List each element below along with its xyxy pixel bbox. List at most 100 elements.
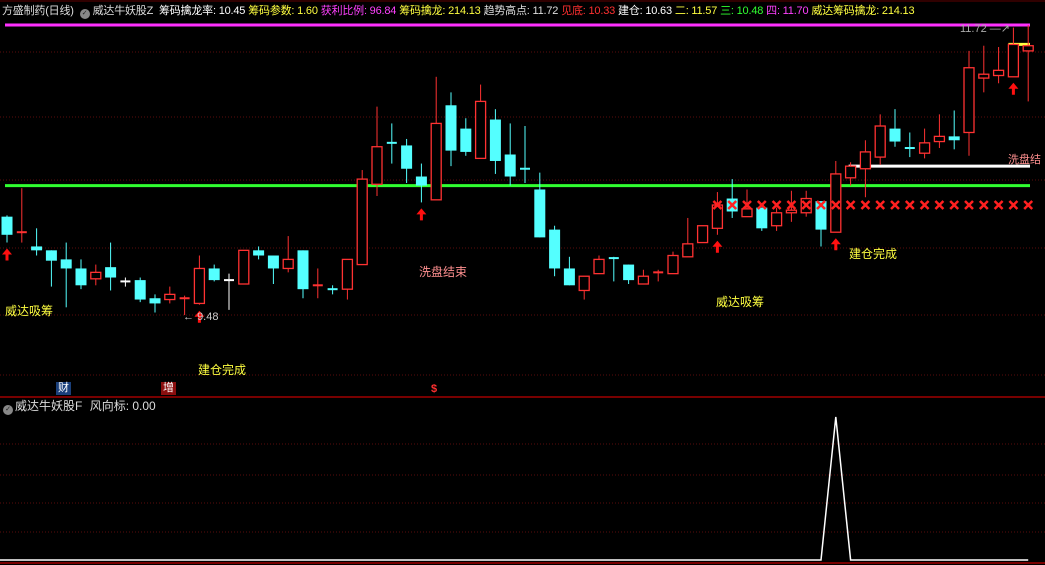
candle-up [918,142,931,154]
candle-up [770,212,783,227]
header-value: 趋势高点: 11.72 [483,5,559,17]
candle-down [134,280,146,300]
sub-indicator-value: 风向标: 0.00 [89,399,156,413]
header-value: 筹码参数: 1.60 [248,5,318,17]
finance-badge[interactable]: 财 [56,382,71,395]
x-marker-icon [949,200,960,210]
x-marker-icon [964,200,974,210]
sub-indicator-settings-icon[interactable]: ✓ [3,405,13,415]
candle-up [933,135,946,143]
candle-down [504,154,516,177]
sub-indicator-name[interactable]: 威达牛妖股F [15,399,82,413]
candle-up [844,165,857,179]
candle-down [297,250,309,290]
sub-indicator-header: ✓ 威达牛妖股F 风向标: 0.00 [3,399,156,415]
candle-up [90,271,102,280]
candle-up [682,243,694,258]
buy-arrow-icon [416,208,427,221]
buy-arrow-icon [2,248,12,261]
candle-up [474,100,487,160]
x-marker-icon [890,200,900,210]
candle-down [208,268,220,281]
candle-down [489,119,501,161]
low-price-marker: ← 9.48 [183,311,219,323]
x-marker-icon [860,200,871,210]
x-marker-icon [904,200,915,210]
candle-down [563,268,575,286]
annotation-wash-end: 洗盘结束 [419,265,468,279]
candle-down [401,145,413,169]
candle-up [356,178,368,266]
indicator-settings-icon[interactable]: ✓ [79,9,90,19]
annotation-build-done: 建仓完成 [198,363,247,377]
header-value: 筹码擒龙: 214.13 [399,5,481,17]
candle-down [267,255,279,269]
candle-up [341,258,354,290]
candle-down [889,128,901,142]
buy-arrow-icon [712,240,723,253]
candle-up [1022,45,1034,52]
buy-arrow-icon [1008,82,1019,95]
candle-up [785,209,798,214]
header-value: 威达筹码擒龙: 214.13 [811,5,915,17]
candle-down [45,250,57,261]
header-value: 三: 10.48 [720,5,764,17]
annotation-accumulate: 威达吸筹 [716,295,765,309]
candle-down [105,267,117,278]
high-price-marker: 11.72 ―↗ [960,23,1010,35]
candle-up [578,275,590,292]
candle-up [164,293,176,301]
header-value: 筹码擒龙率: 10.45 [158,5,246,17]
chart-canvas [0,0,1045,564]
buy-arrow-icon [830,238,841,251]
candle-down [75,268,87,286]
candle-down [549,229,561,269]
x-marker-icon [875,200,886,210]
candle-down [623,264,635,281]
indicator-name[interactable]: 威达牛妖股Z [93,5,154,17]
candle-down [1,216,13,235]
header-value: 四: 11.70 [766,5,809,17]
annotation-accumulate: 威达吸筹 [5,304,54,318]
header-value: 获利比例: 96.84 [320,5,397,17]
candle-down [460,128,472,152]
x-marker-icon [978,200,989,210]
wind-vane-line [0,416,1029,561]
candle-down [31,246,43,251]
candle-down [445,105,457,151]
candle-up [637,275,650,285]
candle-up [238,249,250,285]
candle-up [741,208,753,218]
increase-badge[interactable]: 增 [161,382,176,395]
candle-up [859,151,872,170]
candle-up [874,125,886,158]
candle-down [60,259,72,269]
candle-up [667,254,679,275]
annotation-wash-end: 洗盘结 [1008,154,1041,166]
candle-up [430,122,442,201]
candle-up [978,73,990,79]
candle-up [282,258,294,270]
dollar-badge[interactable]: $ [429,383,439,396]
header-value: 见底: 10.33 [561,5,616,17]
x-marker-icon [993,200,1004,210]
candle-up [593,258,605,275]
candle-down [415,176,427,186]
x-marker-icon [1008,200,1019,210]
candle-up [696,225,709,244]
candle-down [756,207,768,229]
stock-name: 方盛制药(日线) [2,5,74,17]
candle-up [992,69,1005,77]
header-value: 二: 11.57 [674,5,718,17]
candle-down [149,298,161,304]
x-marker-icon [919,200,930,210]
x-marker-icon [1023,200,1034,210]
candle-up [963,67,975,134]
candle-up [371,146,383,185]
x-marker-icon [845,200,856,210]
candle-up [1007,43,1020,78]
annotation-build-done: 建仓完成 [849,247,898,261]
candle-down [253,250,265,256]
candle-up [193,267,206,305]
chart-header: 方盛制药(日线) ✓ 威达牛妖股Z 筹码擒龙率: 10.45 筹码参数: 1.60 获… [2,4,920,19]
